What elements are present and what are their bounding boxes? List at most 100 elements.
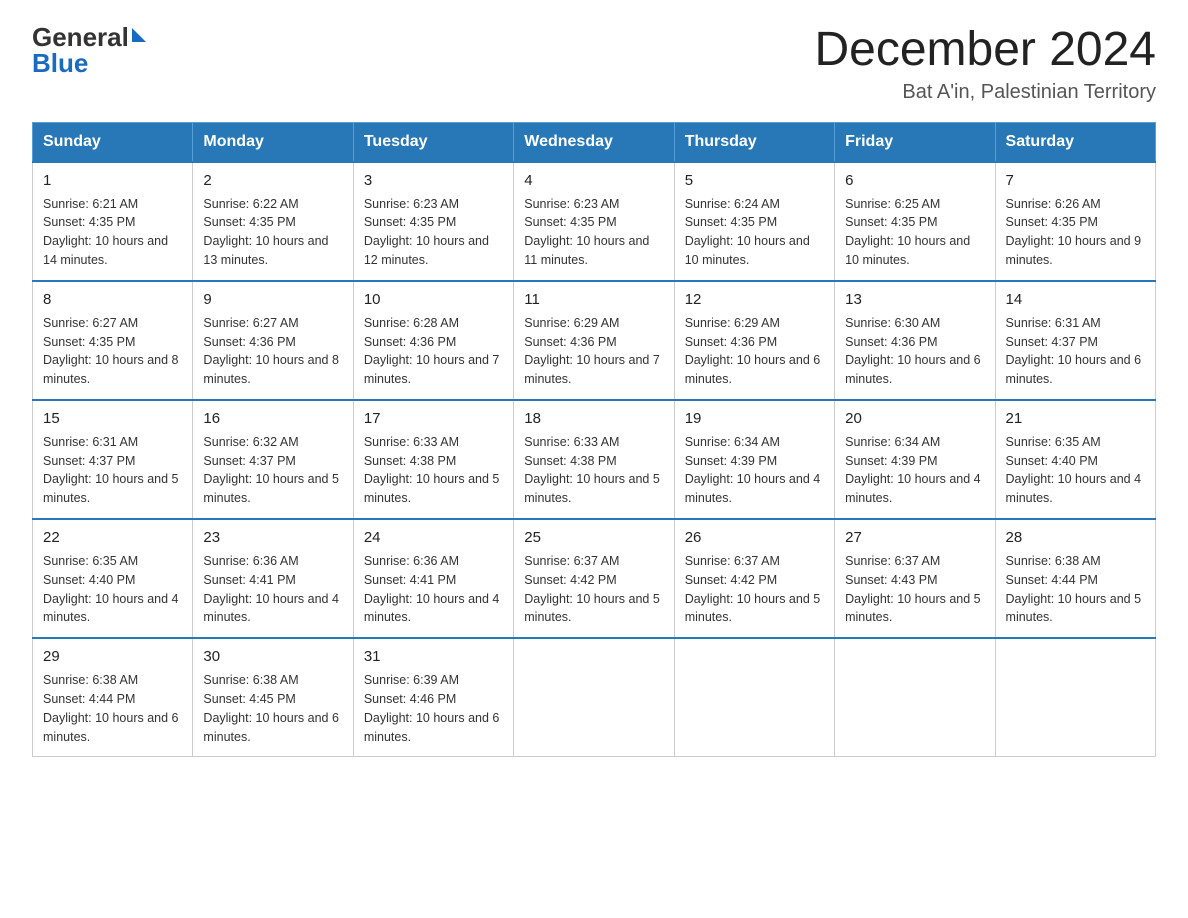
day-number: 13 [845, 289, 984, 311]
calendar-week-row: 29 Sunrise: 6:38 AMSunset: 4:44 PMDaylig… [33, 638, 1156, 757]
day-info: Sunrise: 6:34 AMSunset: 4:39 PMDaylight:… [685, 435, 821, 506]
calendar-cell: 9 Sunrise: 6:27 AMSunset: 4:36 PMDayligh… [193, 281, 353, 400]
calendar-cell: 22 Sunrise: 6:35 AMSunset: 4:40 PMDaylig… [33, 519, 193, 638]
day-number: 4 [524, 170, 663, 192]
calendar-cell [835, 638, 995, 757]
calendar-cell: 20 Sunrise: 6:34 AMSunset: 4:39 PMDaylig… [835, 400, 995, 519]
calendar-cell: 6 Sunrise: 6:25 AMSunset: 4:35 PMDayligh… [835, 162, 995, 281]
calendar-cell: 10 Sunrise: 6:28 AMSunset: 4:36 PMDaylig… [353, 281, 513, 400]
calendar-cell: 16 Sunrise: 6:32 AMSunset: 4:37 PMDaylig… [193, 400, 353, 519]
location-title: Bat A'in, Palestinian Territory [814, 81, 1156, 104]
calendar-cell: 14 Sunrise: 6:31 AMSunset: 4:37 PMDaylig… [995, 281, 1155, 400]
day-info: Sunrise: 6:27 AMSunset: 4:36 PMDaylight:… [203, 316, 339, 387]
logo-triangle-icon [132, 28, 146, 42]
column-header-wednesday: Wednesday [514, 122, 674, 162]
calendar-cell: 1 Sunrise: 6:21 AMSunset: 4:35 PMDayligh… [33, 162, 193, 281]
day-number: 19 [685, 408, 824, 430]
day-info: Sunrise: 6:33 AMSunset: 4:38 PMDaylight:… [364, 435, 500, 506]
calendar-cell: 27 Sunrise: 6:37 AMSunset: 4:43 PMDaylig… [835, 519, 995, 638]
calendar-cell: 11 Sunrise: 6:29 AMSunset: 4:36 PMDaylig… [514, 281, 674, 400]
day-number: 30 [203, 646, 342, 668]
day-number: 22 [43, 527, 182, 549]
calendar-cell: 24 Sunrise: 6:36 AMSunset: 4:41 PMDaylig… [353, 519, 513, 638]
calendar-table: SundayMondayTuesdayWednesdayThursdayFrid… [32, 122, 1156, 758]
calendar-cell: 29 Sunrise: 6:38 AMSunset: 4:44 PMDaylig… [33, 638, 193, 757]
calendar-header-row: SundayMondayTuesdayWednesdayThursdayFrid… [33, 122, 1156, 162]
day-info: Sunrise: 6:39 AMSunset: 4:46 PMDaylight:… [364, 673, 500, 744]
day-info: Sunrise: 6:37 AMSunset: 4:42 PMDaylight:… [685, 554, 821, 625]
column-header-monday: Monday [193, 122, 353, 162]
day-info: Sunrise: 6:36 AMSunset: 4:41 PMDaylight:… [203, 554, 339, 625]
day-info: Sunrise: 6:38 AMSunset: 4:44 PMDaylight:… [43, 673, 179, 744]
day-info: Sunrise: 6:29 AMSunset: 4:36 PMDaylight:… [524, 316, 660, 387]
logo-blue: Blue [32, 50, 88, 76]
calendar-cell: 25 Sunrise: 6:37 AMSunset: 4:42 PMDaylig… [514, 519, 674, 638]
title-section: December 2024 Bat A'in, Palestinian Terr… [814, 24, 1156, 104]
day-info: Sunrise: 6:21 AMSunset: 4:35 PMDaylight:… [43, 197, 168, 268]
day-info: Sunrise: 6:38 AMSunset: 4:44 PMDaylight:… [1006, 554, 1142, 625]
calendar-cell: 30 Sunrise: 6:38 AMSunset: 4:45 PMDaylig… [193, 638, 353, 757]
calendar-cell [995, 638, 1155, 757]
calendar-cell: 31 Sunrise: 6:39 AMSunset: 4:46 PMDaylig… [353, 638, 513, 757]
calendar-cell: 3 Sunrise: 6:23 AMSunset: 4:35 PMDayligh… [353, 162, 513, 281]
day-info: Sunrise: 6:34 AMSunset: 4:39 PMDaylight:… [845, 435, 981, 506]
calendar-week-row: 1 Sunrise: 6:21 AMSunset: 4:35 PMDayligh… [33, 162, 1156, 281]
calendar-week-row: 22 Sunrise: 6:35 AMSunset: 4:40 PMDaylig… [33, 519, 1156, 638]
day-number: 29 [43, 646, 182, 668]
day-number: 28 [1006, 527, 1145, 549]
day-number: 27 [845, 527, 984, 549]
day-number: 20 [845, 408, 984, 430]
day-number: 9 [203, 289, 342, 311]
day-number: 31 [364, 646, 503, 668]
day-number: 17 [364, 408, 503, 430]
column-header-tuesday: Tuesday [353, 122, 513, 162]
calendar-cell: 19 Sunrise: 6:34 AMSunset: 4:39 PMDaylig… [674, 400, 834, 519]
day-info: Sunrise: 6:24 AMSunset: 4:35 PMDaylight:… [685, 197, 810, 268]
calendar-week-row: 15 Sunrise: 6:31 AMSunset: 4:37 PMDaylig… [33, 400, 1156, 519]
day-number: 14 [1006, 289, 1145, 311]
day-number: 21 [1006, 408, 1145, 430]
month-title: December 2024 [814, 24, 1156, 77]
day-number: 16 [203, 408, 342, 430]
logo: General Blue [32, 24, 146, 76]
calendar-week-row: 8 Sunrise: 6:27 AMSunset: 4:35 PMDayligh… [33, 281, 1156, 400]
day-info: Sunrise: 6:37 AMSunset: 4:42 PMDaylight:… [524, 554, 660, 625]
calendar-cell: 7 Sunrise: 6:26 AMSunset: 4:35 PMDayligh… [995, 162, 1155, 281]
day-info: Sunrise: 6:38 AMSunset: 4:45 PMDaylight:… [203, 673, 339, 744]
day-info: Sunrise: 6:22 AMSunset: 4:35 PMDaylight:… [203, 197, 328, 268]
calendar-cell: 15 Sunrise: 6:31 AMSunset: 4:37 PMDaylig… [33, 400, 193, 519]
day-info: Sunrise: 6:30 AMSunset: 4:36 PMDaylight:… [845, 316, 981, 387]
calendar-cell: 23 Sunrise: 6:36 AMSunset: 4:41 PMDaylig… [193, 519, 353, 638]
calendar-cell [514, 638, 674, 757]
calendar-cell: 8 Sunrise: 6:27 AMSunset: 4:35 PMDayligh… [33, 281, 193, 400]
column-header-sunday: Sunday [33, 122, 193, 162]
day-info: Sunrise: 6:36 AMSunset: 4:41 PMDaylight:… [364, 554, 500, 625]
calendar-cell: 26 Sunrise: 6:37 AMSunset: 4:42 PMDaylig… [674, 519, 834, 638]
page-header: General Blue December 2024 Bat A'in, Pal… [32, 24, 1156, 104]
day-info: Sunrise: 6:35 AMSunset: 4:40 PMDaylight:… [1006, 435, 1142, 506]
calendar-cell: 17 Sunrise: 6:33 AMSunset: 4:38 PMDaylig… [353, 400, 513, 519]
day-number: 8 [43, 289, 182, 311]
day-number: 11 [524, 289, 663, 311]
calendar-cell [674, 638, 834, 757]
day-number: 26 [685, 527, 824, 549]
day-info: Sunrise: 6:28 AMSunset: 4:36 PMDaylight:… [364, 316, 500, 387]
day-info: Sunrise: 6:26 AMSunset: 4:35 PMDaylight:… [1006, 197, 1142, 268]
day-number: 3 [364, 170, 503, 192]
day-info: Sunrise: 6:33 AMSunset: 4:38 PMDaylight:… [524, 435, 660, 506]
logo-general: General [32, 24, 129, 50]
day-number: 23 [203, 527, 342, 549]
day-info: Sunrise: 6:37 AMSunset: 4:43 PMDaylight:… [845, 554, 981, 625]
day-info: Sunrise: 6:23 AMSunset: 4:35 PMDaylight:… [524, 197, 649, 268]
column-header-thursday: Thursday [674, 122, 834, 162]
day-info: Sunrise: 6:31 AMSunset: 4:37 PMDaylight:… [43, 435, 179, 506]
calendar-cell: 21 Sunrise: 6:35 AMSunset: 4:40 PMDaylig… [995, 400, 1155, 519]
day-number: 7 [1006, 170, 1145, 192]
day-info: Sunrise: 6:35 AMSunset: 4:40 PMDaylight:… [43, 554, 179, 625]
day-number: 1 [43, 170, 182, 192]
calendar-cell: 4 Sunrise: 6:23 AMSunset: 4:35 PMDayligh… [514, 162, 674, 281]
calendar-cell: 13 Sunrise: 6:30 AMSunset: 4:36 PMDaylig… [835, 281, 995, 400]
day-info: Sunrise: 6:32 AMSunset: 4:37 PMDaylight:… [203, 435, 339, 506]
day-number: 6 [845, 170, 984, 192]
day-number: 15 [43, 408, 182, 430]
